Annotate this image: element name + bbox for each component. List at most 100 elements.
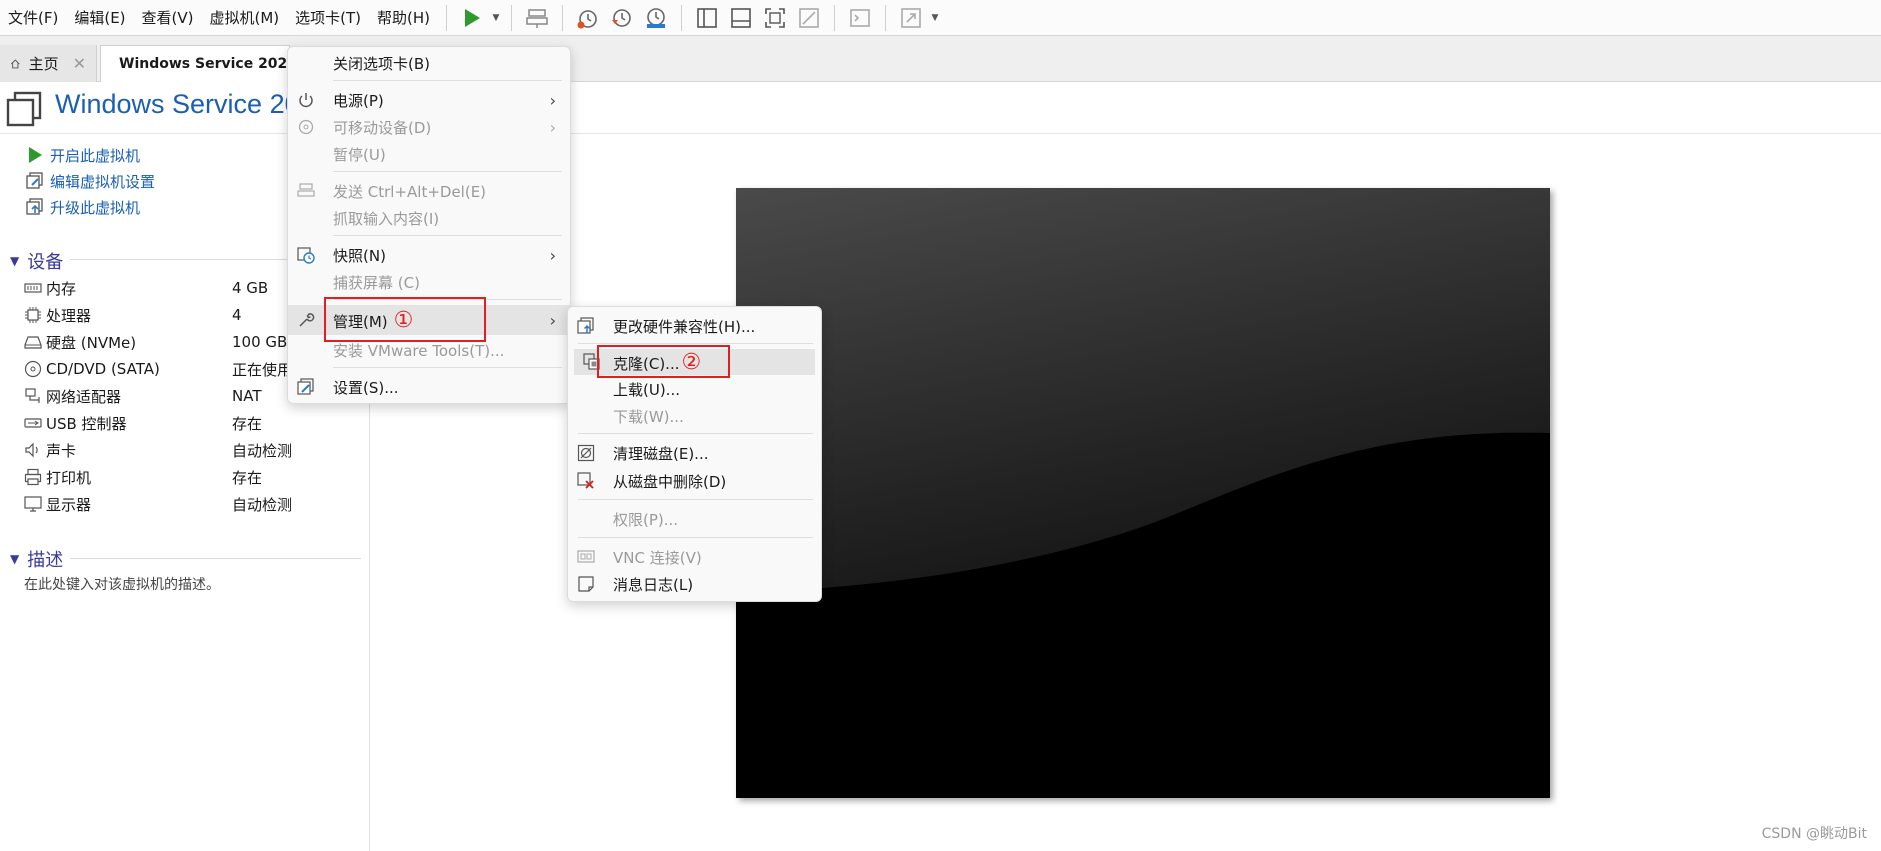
menu-power[interactable]: 电源(P) › <box>288 87 570 113</box>
menu-clean-disk[interactable]: 清理磁盘(E)... <box>568 440 821 466</box>
description-section-header[interactable]: ▼ 描述 <box>10 546 63 572</box>
tab-vm[interactable]: Windows Service 2022 E <box>100 45 290 82</box>
menu-separator <box>333 367 562 368</box>
console-view-icon[interactable] <box>843 3 877 33</box>
message-log-icon <box>576 574 596 594</box>
menu-item-label: 捕获屏幕 (C) <box>333 273 420 292</box>
menu-edit[interactable]: 编辑(E) <box>66 0 133 36</box>
menu-removable-devices[interactable]: 可移动设备(D) › <box>288 114 570 140</box>
menu-separator <box>578 433 813 434</box>
menu-vm[interactable]: 虚拟机(M) <box>202 0 288 36</box>
edit-settings-link[interactable]: 编辑虚拟机设置 <box>26 169 155 193</box>
play-icon[interactable] <box>455 3 489 33</box>
menu-item-label: 关闭选项卡(B) <box>333 54 430 73</box>
menu-item-label: 抓取输入内容(I) <box>333 209 440 228</box>
device-name: 内存 <box>46 279 77 298</box>
stretch-guest-icon[interactable] <box>894 3 928 33</box>
menu-view[interactable]: 查看(V) <box>134 0 202 36</box>
device-name: 网络适配器 <box>46 387 122 406</box>
menu-item-label: 更改硬件兼容性(H)... <box>613 317 756 336</box>
menu-permissions[interactable]: 权限(P)... <box>568 506 821 532</box>
toolbar-separator <box>446 4 448 31</box>
description-text[interactable]: 在此处键入对该虚拟机的描述。 <box>24 574 220 594</box>
menu-separator <box>578 537 813 538</box>
send-ctrl-alt-del-icon[interactable] <box>520 3 554 33</box>
play-dropdown-icon[interactable]: ▼ <box>489 3 503 33</box>
vm-title-row: Windows Service 202 <box>0 84 1881 134</box>
thumbnail-bar-icon[interactable] <box>724 3 758 33</box>
menu-pause[interactable]: 暂停(U) <box>288 141 570 167</box>
play-icon <box>29 147 42 163</box>
collapse-triangle-icon[interactable]: ▼ <box>10 254 19 268</box>
menu-vnc-connection[interactable]: VNC 连接(V) <box>568 544 821 570</box>
hardware-compat-icon <box>576 316 596 336</box>
toolbar-separator <box>885 4 887 31</box>
power-on-link[interactable]: 开启此虚拟机 <box>26 143 140 167</box>
home-icon <box>10 58 20 68</box>
memory-icon <box>24 283 42 293</box>
menu-grab-input[interactable]: 抓取输入内容(I) <box>288 205 570 231</box>
devices-section-header[interactable]: ▼ 设备 <box>10 248 63 274</box>
edit-settings-icon <box>26 172 43 189</box>
menu-item-label: 清理磁盘(E)... <box>613 444 709 463</box>
menu-item-label: 电源(P) <box>333 91 384 110</box>
menu-upload[interactable]: 上载(U)... <box>568 376 821 402</box>
menu-close-tab[interactable]: 关闭选项卡(B) <box>288 50 570 76</box>
device-row-usb[interactable]: USB 控制器 存在 <box>24 410 364 436</box>
cd-dvd-icon <box>24 360 42 378</box>
full-screen-icon[interactable] <box>758 3 792 33</box>
stretch-dropdown-icon[interactable]: ▼ <box>928 3 942 33</box>
menu-help[interactable]: 帮助(H) <box>369 0 438 36</box>
device-name: CD/DVD (SATA) <box>46 360 160 378</box>
snapshot-take-icon[interactable] <box>571 3 605 33</box>
collapse-triangle-icon[interactable]: ▼ <box>10 552 19 566</box>
power-on-label: 开启此虚拟机 <box>50 146 141 165</box>
device-row-printer[interactable]: 打印机 存在 <box>24 464 364 490</box>
menu-separator <box>333 235 562 236</box>
close-icon[interactable]: ✕ <box>73 54 86 73</box>
unity-icon[interactable] <box>792 3 826 33</box>
menu-snapshot[interactable]: 快照(N) › <box>288 242 570 268</box>
annotation-box-clone <box>597 345 730 378</box>
menu-item-label: 发送 Ctrl+Alt+Del(E) <box>333 182 487 201</box>
chevron-right-icon: › <box>549 117 556 137</box>
upgrade-vm-label: 升级此虚拟机 <box>50 198 141 217</box>
tab-home[interactable]: 主页 ✕ <box>0 45 97 82</box>
device-name: 显示器 <box>46 495 92 514</box>
menu-change-hardware-compat[interactable]: 更改硬件兼容性(H)... <box>568 313 821 339</box>
delete-from-disk-icon <box>576 471 596 491</box>
vm-screen-preview[interactable] <box>736 188 1550 798</box>
settings-icon <box>296 377 316 397</box>
printer-icon <box>24 468 42 486</box>
menu-message-log[interactable]: 消息日志(L) <box>568 571 821 597</box>
menu-tabs[interactable]: 选项卡(T) <box>287 0 369 36</box>
menu-bar: 文件(F) 编辑(E) 查看(V) 虚拟机(M) 选项卡(T) 帮助(H) ▼ … <box>0 0 1881 36</box>
menu-separator <box>578 499 813 500</box>
vm-preview-image <box>736 188 1550 798</box>
edit-settings-label: 编辑虚拟机设置 <box>50 172 156 191</box>
power-icon <box>296 90 316 110</box>
menu-delete-from-disk[interactable]: 从磁盘中删除(D) <box>568 468 821 494</box>
menu-file[interactable]: 文件(F) <box>0 0 66 36</box>
device-row-display[interactable]: 显示器 自动检测 <box>24 491 364 517</box>
snapshot-revert-icon[interactable] <box>605 3 639 33</box>
vnc-icon <box>576 547 596 567</box>
upgrade-vm-link[interactable]: 升级此虚拟机 <box>26 195 140 219</box>
menu-download[interactable]: 下载(W)... <box>568 403 821 429</box>
device-name: 硬盘 (NVMe) <box>46 333 137 352</box>
device-name: 声卡 <box>46 441 77 460</box>
chevron-right-icon: › <box>549 310 556 330</box>
snapshot-manager-icon[interactable] <box>639 3 673 33</box>
menu-send-ctrl-alt-del[interactable]: 发送 Ctrl+Alt+Del(E) <box>288 178 570 204</box>
removable-devices-icon <box>296 117 316 137</box>
device-value: 自动检测 <box>232 495 293 514</box>
watermark: CSDN @眺动Bit <box>1761 826 1867 842</box>
device-row-sound[interactable]: 声卡 自动检测 <box>24 437 364 463</box>
show-library-icon[interactable] <box>690 3 724 33</box>
menu-capture-screen[interactable]: 捕获屏幕 (C) <box>288 269 570 295</box>
menu-item-label: 设置(S)... <box>333 378 399 397</box>
menu-settings[interactable]: 设置(S)... <box>288 374 570 400</box>
vm-context-menu: 关闭选项卡(B) 电源(P) › 可移动设备(D) › 暂停(U) 发送 Ctr… <box>287 46 571 404</box>
upgrade-icon <box>26 198 43 215</box>
vm-icon <box>6 91 42 127</box>
